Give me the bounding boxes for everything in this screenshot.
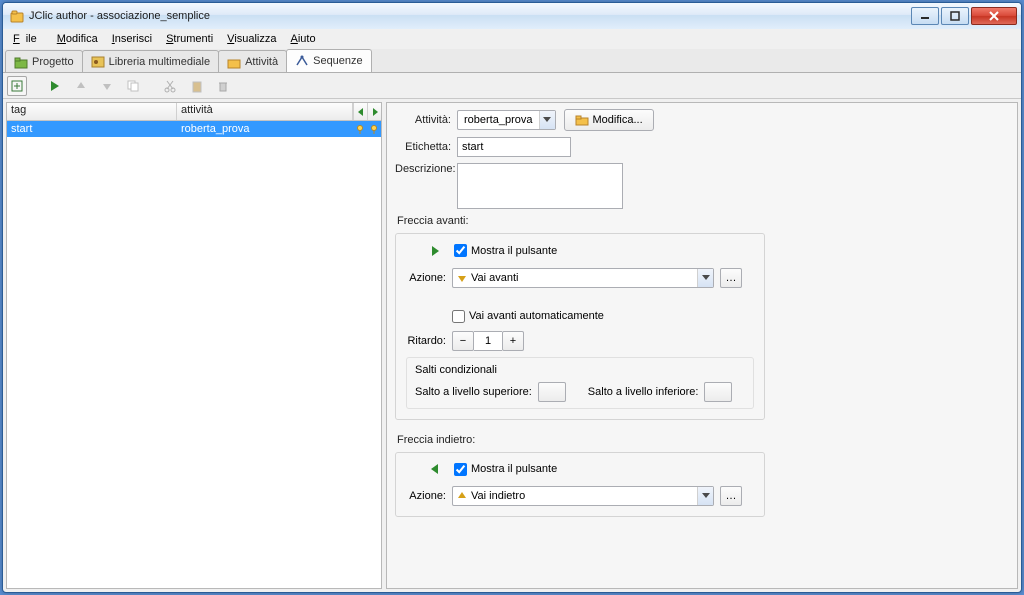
menubar: File Modifica Inserisci Strumenti Visual…	[3, 29, 1021, 49]
tabbar: Progetto Libreria multimediale Attività …	[3, 49, 1021, 73]
jump-down-label: Salto a livello inferiore:	[588, 386, 699, 398]
nav-next-icon[interactable]	[367, 103, 381, 120]
pin-icon	[353, 124, 367, 134]
play-button[interactable]	[45, 76, 65, 96]
window-title: JClic author - associazione_semplice	[29, 10, 911, 22]
window-buttons	[911, 7, 1017, 25]
row-tag: start	[7, 123, 177, 135]
tab-attivita[interactable]: Attività	[218, 50, 287, 72]
delay-input[interactable]	[474, 331, 502, 351]
etichetta-input[interactable]	[457, 137, 571, 157]
copy-button[interactable]	[123, 76, 143, 96]
down-arrow-icon	[457, 273, 467, 283]
toolbar	[3, 73, 1021, 99]
back-show-checkbox[interactable]	[454, 463, 467, 476]
forward-legend: Freccia avanti:	[397, 215, 1009, 227]
properties-pane: Attività: roberta_prova Modifica... Etic…	[386, 102, 1018, 589]
pin-icon	[367, 124, 381, 134]
content-area: tag attività start roberta_prova Attivit…	[3, 99, 1021, 592]
sequence-list: tag attività start roberta_prova	[6, 102, 382, 589]
cond-header: Salti condizionali	[415, 364, 745, 376]
delay-plus-button[interactable]: +	[502, 331, 524, 351]
move-down-button[interactable]	[97, 76, 117, 96]
activity-combo[interactable]: roberta_prova	[457, 110, 556, 130]
forward-arrow-icon	[430, 245, 440, 257]
table-row[interactable]: start roberta_prova	[7, 121, 381, 137]
row-activity: roberta_prova	[177, 123, 353, 135]
forward-show-checkbox[interactable]	[454, 244, 467, 257]
move-up-button[interactable]	[71, 76, 91, 96]
forward-auto-label: Vai avanti automaticamente	[469, 310, 604, 322]
folder-icon	[575, 114, 589, 126]
col-activity[interactable]: attività	[177, 103, 353, 120]
sequence-icon	[295, 54, 309, 68]
back-arrow-icon	[430, 463, 440, 475]
delete-button[interactable]	[213, 76, 233, 96]
close-button[interactable]	[971, 7, 1017, 25]
back-show-label: Mostra il pulsante	[471, 463, 557, 475]
conditional-jumps: Salti condizionali Salto a livello super…	[406, 357, 754, 409]
jump-up-button[interactable]	[538, 382, 566, 402]
delay-minus-button[interactable]: −	[452, 331, 474, 351]
tab-progetto[interactable]: Progetto	[5, 50, 83, 72]
minimize-button[interactable]	[911, 7, 939, 25]
jump-up-label: Salto a livello superiore:	[415, 386, 532, 398]
modify-button[interactable]: Modifica...	[564, 109, 654, 131]
descrizione-input[interactable]	[457, 163, 623, 209]
forward-action-combo[interactable]: Vai avanti	[452, 268, 714, 288]
back-legend: Freccia indietro:	[397, 434, 1009, 446]
app-window: JClic author - associazione_semplice Fil…	[2, 2, 1022, 593]
forward-show-label: Mostra il pulsante	[471, 245, 557, 257]
forward-action-more-button[interactable]: …	[720, 268, 742, 288]
col-tag[interactable]: tag	[7, 103, 177, 120]
tab-sequenze[interactable]: Sequenze	[286, 49, 372, 72]
delay-label: Ritardo:	[406, 335, 446, 347]
forward-auto-checkbox[interactable]	[452, 310, 465, 323]
back-action-label: Azione:	[406, 490, 446, 502]
jump-down-button[interactable]	[704, 382, 732, 402]
menu-aiuto[interactable]: Aiuto	[285, 31, 322, 47]
dropdown-arrow-icon	[697, 269, 713, 287]
tab-libreria[interactable]: Libreria multimediale	[82, 50, 220, 72]
activity-label: Attività:	[395, 114, 451, 126]
menu-strumenti[interactable]: Strumenti	[160, 31, 219, 47]
forward-action-label: Azione:	[406, 272, 446, 284]
titlebar: JClic author - associazione_semplice	[3, 3, 1021, 29]
up-arrow-icon	[457, 491, 467, 501]
descrizione-label: Descrizione:	[395, 163, 451, 175]
back-group: Mostra il pulsante Azione: Vai indietro …	[395, 452, 765, 518]
menu-file[interactable]: File	[7, 31, 49, 47]
back-action-combo[interactable]: Vai indietro	[452, 486, 714, 506]
forward-group: Mostra il pulsante Azione: Vai avanti …	[395, 233, 765, 420]
back-action-more-button[interactable]: …	[720, 486, 742, 506]
insert-button[interactable]	[7, 76, 27, 96]
menu-inserisci[interactable]: Inserisci	[106, 31, 158, 47]
paste-button[interactable]	[187, 76, 207, 96]
cut-button[interactable]	[161, 76, 181, 96]
etichetta-label: Etichetta:	[395, 141, 451, 153]
activity-icon	[227, 55, 241, 69]
list-header: tag attività	[7, 103, 381, 121]
dropdown-arrow-icon	[539, 111, 555, 129]
media-icon	[91, 55, 105, 69]
nav-prev-icon[interactable]	[353, 103, 367, 120]
menu-visualizza[interactable]: Visualizza	[221, 31, 282, 47]
maximize-button[interactable]	[941, 7, 969, 25]
folder-icon	[14, 55, 28, 69]
dropdown-arrow-icon	[697, 487, 713, 505]
menu-modifica[interactable]: Modifica	[51, 31, 104, 47]
app-icon	[9, 8, 25, 24]
